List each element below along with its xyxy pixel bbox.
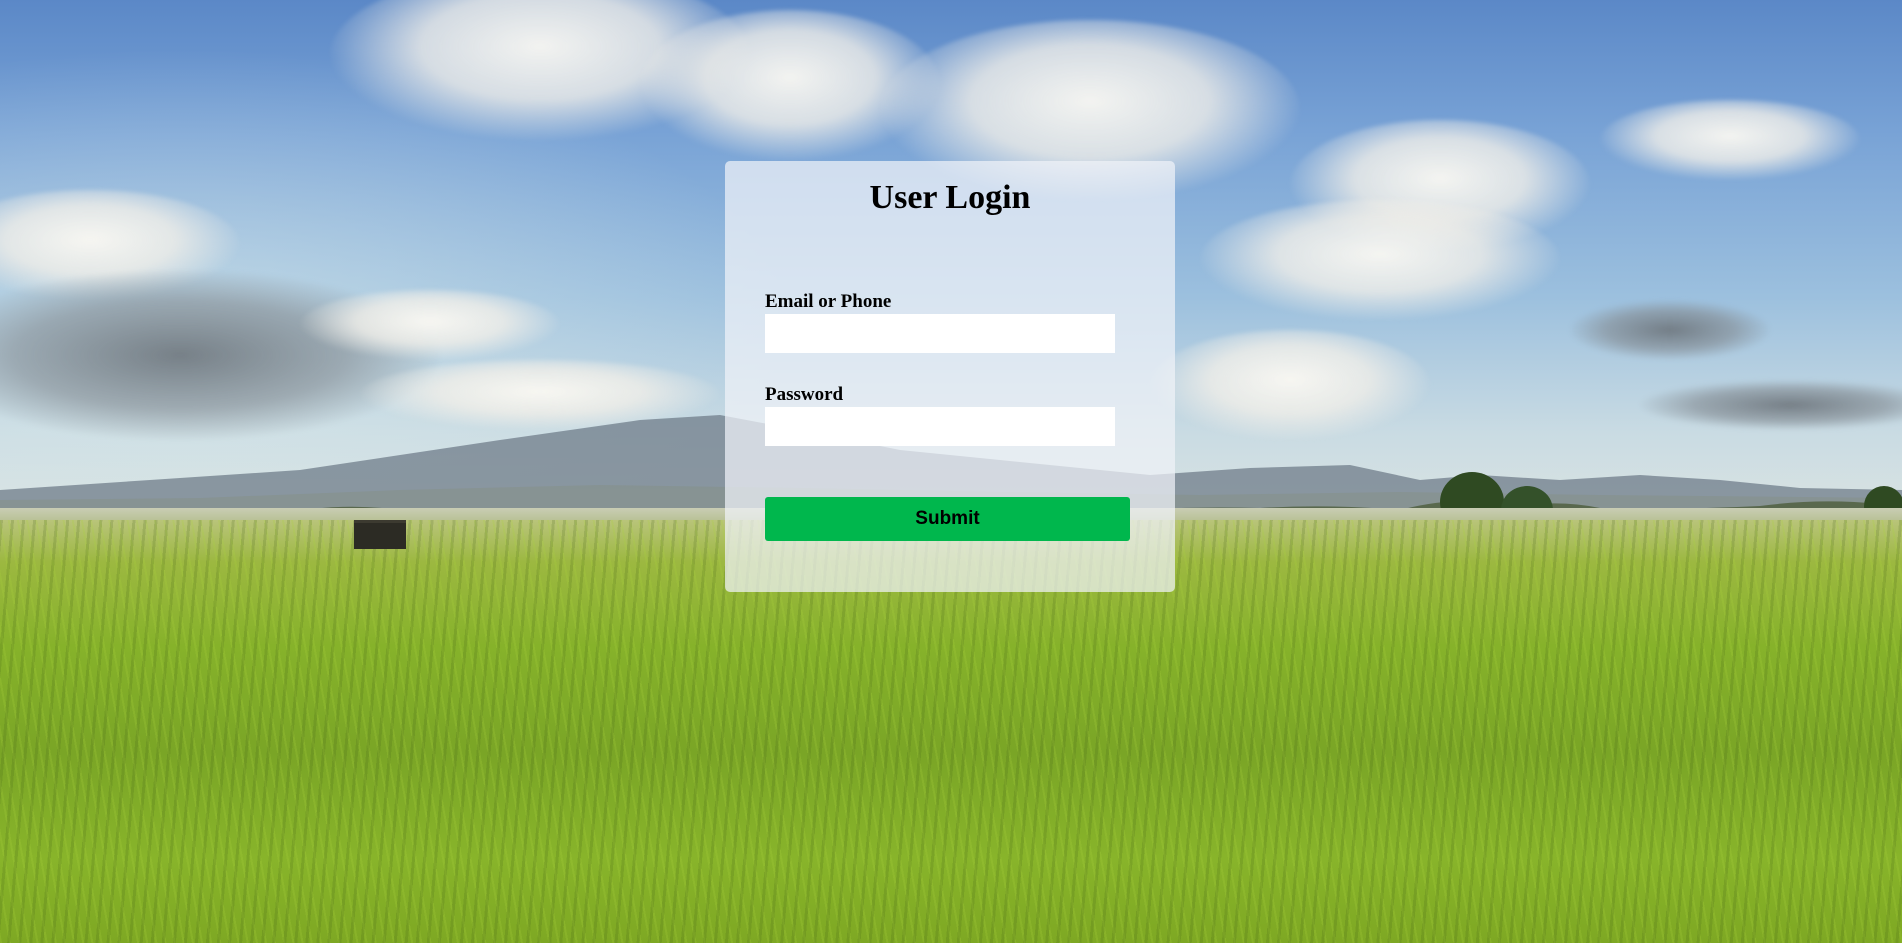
submit-button[interactable]: Submit [765, 497, 1130, 541]
password-field[interactable] [765, 407, 1115, 446]
cloud [1200, 200, 1560, 320]
password-label: Password [765, 384, 844, 405]
cloud [1570, 300, 1770, 360]
email-field[interactable] [765, 314, 1115, 353]
login-panel: User Login Email or Phone Password Submi… [725, 161, 1175, 592]
cloud [1600, 100, 1860, 180]
cloud [300, 290, 560, 360]
page-title: User Login [869, 179, 1031, 216]
hut-icon [354, 520, 406, 549]
email-label: Email or Phone [765, 291, 892, 312]
